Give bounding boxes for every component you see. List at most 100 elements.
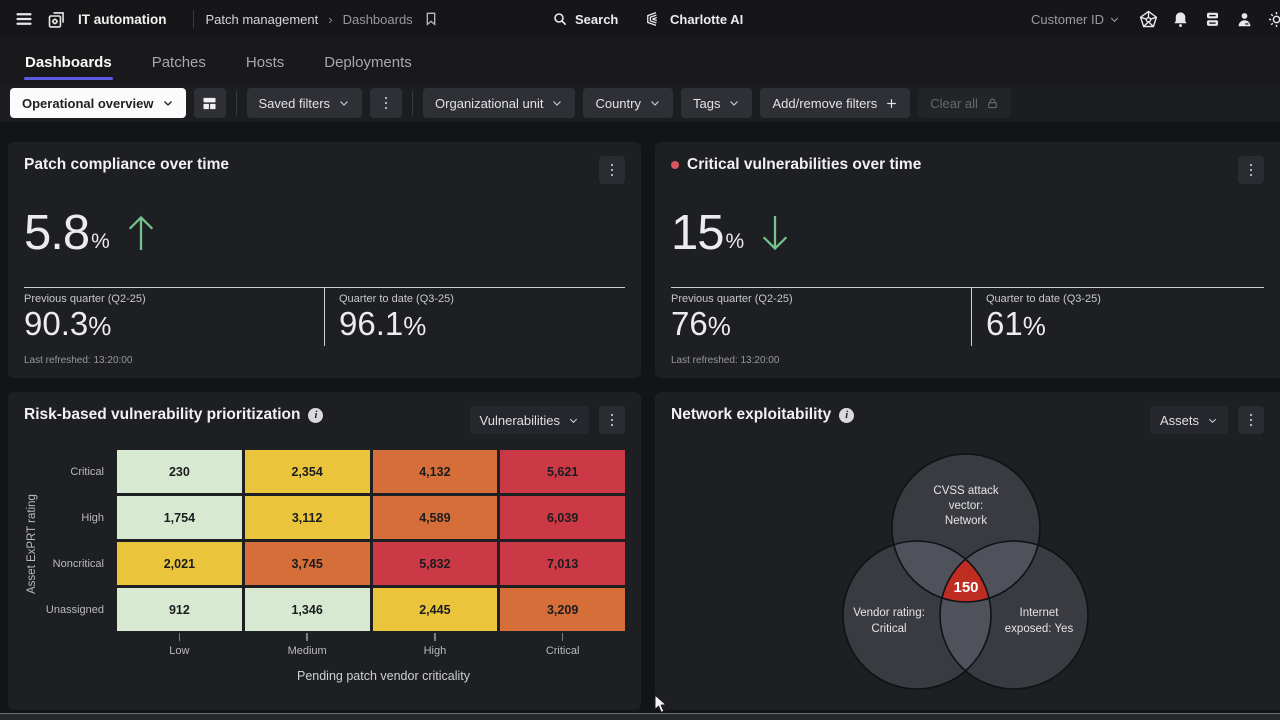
heatmap-cell: 5,832 [373, 542, 498, 585]
tab-deployments[interactable]: Deployments [323, 44, 413, 84]
layout-grid-icon [201, 95, 218, 112]
saved-filters-dropdown[interactable]: Saved filters [247, 88, 363, 118]
filter-tags[interactable]: Tags [681, 88, 752, 118]
saved-filters-kebab-button[interactable] [370, 88, 402, 118]
hamburger-menu-button[interactable] [8, 3, 40, 35]
charlotte-ai-label: Charlotte AI [670, 12, 743, 27]
it-automation-app-icon [40, 3, 72, 35]
card-kebab-button[interactable] [599, 156, 625, 184]
org-unit-label: Organizational unit [435, 96, 543, 111]
svg-text:Critical: Critical [871, 623, 906, 635]
filter-organizational-unit[interactable]: Organizational unit [423, 88, 575, 118]
tab-dashboards[interactable]: Dashboards [24, 44, 113, 84]
card-kebab-button[interactable] [1238, 156, 1264, 184]
filter-divider [412, 91, 413, 115]
heatmap-cell: 1,754 [117, 496, 242, 539]
tags-label: Tags [693, 96, 720, 111]
card-kebab-button[interactable] [599, 406, 625, 434]
axis-tick [117, 633, 242, 643]
card-kebab-button[interactable] [1238, 406, 1264, 434]
sun-icon [1267, 10, 1280, 29]
global-search[interactable]: Search [552, 11, 618, 27]
breadcrumb: Patch management › Dashboards [206, 12, 413, 27]
card-critical-vulnerabilities: Critical vulnerabilities over time 15% P… [655, 142, 1280, 378]
heatmap-row-label: High [81, 512, 114, 524]
stat-value: 96.1% [339, 305, 454, 343]
dashboard-view-selector[interactable]: Operational overview [10, 88, 186, 118]
customer-id-dropdown[interactable]: Customer ID [1031, 12, 1120, 27]
card-title: Critical vulnerabilities over time [671, 156, 921, 174]
heatmap-cell: 912 [117, 588, 242, 631]
svg-text:Internet: Internet [1020, 607, 1060, 619]
last-refreshed: Last refreshed: 13:20:00 [671, 355, 1264, 366]
topbar-divider [193, 10, 194, 28]
clear-all-label: Clear all [930, 96, 978, 111]
kebab-icon [611, 164, 614, 177]
trend-down-icon [758, 213, 792, 253]
last-refreshed: Last refreshed: 13:20:00 [24, 355, 625, 366]
chevron-down-icon [551, 97, 563, 109]
stat-label: Previous quarter (Q2-25) [24, 293, 324, 305]
falcon-badge-button[interactable] [1132, 3, 1164, 35]
kpi-stats: Previous quarter (Q2-25) 90.3% Quarter t… [24, 287, 625, 346]
heatmap-cell: 3,112 [245, 496, 370, 539]
heatmap-col-label: High [373, 643, 498, 657]
user-icon [1235, 10, 1254, 29]
stat-value: 90.3% [24, 305, 324, 343]
card-risk-prioritization: Risk-based vulnerability prioritization … [8, 392, 641, 710]
dashboard-layout-button[interactable] [194, 88, 226, 118]
dashboard-grid: Patch compliance over time 5.8% Previous… [8, 142, 1280, 710]
heatmap-col-label: Critical [500, 643, 625, 657]
info-icon[interactable]: i [308, 408, 323, 423]
card-network-exploitability: Network exploitability i Assets [655, 392, 1280, 710]
svg-text:exposed: Yes: exposed: Yes [1005, 623, 1074, 635]
chevron-down-icon [1207, 415, 1218, 426]
breadcrumb-current[interactable]: Dashboards [343, 12, 413, 27]
card-title: Network exploitability i [671, 406, 854, 424]
delta-value: 5.8% [24, 210, 110, 257]
next-row-edge [0, 713, 1280, 720]
chevron-down-icon [649, 97, 661, 109]
charlotte-ai-button[interactable]: Charlotte AI [644, 10, 743, 28]
stat-label: Quarter to date (Q3-25) [339, 293, 454, 305]
heatmap-cell: 7,013 [500, 542, 625, 585]
theme-toggle-button[interactable] [1260, 3, 1280, 35]
messages-button[interactable] [1196, 3, 1228, 35]
heatmap-cell: 5,621 [500, 450, 625, 493]
heatmap-cell: 230 [117, 450, 242, 493]
chevron-down-icon [338, 97, 350, 109]
profile-button[interactable] [1228, 3, 1260, 35]
tab-patches[interactable]: Patches [151, 44, 207, 84]
add-remove-filters-button[interactable]: Add/remove filters [760, 88, 910, 118]
axis-tick [373, 633, 498, 643]
notifications-button[interactable] [1164, 3, 1196, 35]
chevron-down-icon [728, 97, 740, 109]
clear-all-button[interactable]: Clear all [918, 88, 1011, 118]
heatmap-cell: 1,346 [245, 588, 370, 631]
kebab-icon [1250, 414, 1253, 427]
lock-icon [986, 97, 999, 110]
info-icon[interactable]: i [839, 408, 854, 423]
heatmap-cell: 2,354 [245, 450, 370, 493]
heatmap-cell: 4,132 [373, 450, 498, 493]
stat-label: Quarter to date (Q3-25) [986, 293, 1101, 305]
card-patch-compliance: Patch compliance over time 5.8% Previous… [8, 142, 641, 378]
filter-country[interactable]: Country [583, 88, 673, 118]
unit-selector-dropdown[interactable]: Assets [1150, 406, 1228, 434]
pentagon-badge-icon [1138, 9, 1159, 30]
kebab-icon [1250, 164, 1253, 177]
tab-hosts[interactable]: Hosts [245, 44, 285, 84]
bookmark-button[interactable] [415, 3, 447, 35]
unit-selector-dropdown[interactable]: Vulnerabilities [470, 406, 589, 434]
breadcrumb-parent[interactable]: Patch management [206, 12, 319, 27]
svg-text:Network: Network [945, 515, 987, 527]
country-label: Country [595, 96, 641, 111]
stat-value: 76% [671, 305, 971, 343]
chat-bubbles-icon [1203, 10, 1222, 29]
unit-selector-label: Assets [1160, 413, 1199, 428]
bell-icon [1171, 10, 1190, 29]
svg-text:vector:: vector: [949, 500, 984, 512]
svg-text:CVSS attack: CVSS attack [933, 485, 998, 497]
chevron-down-icon [568, 415, 579, 426]
plus-icon [885, 97, 898, 110]
